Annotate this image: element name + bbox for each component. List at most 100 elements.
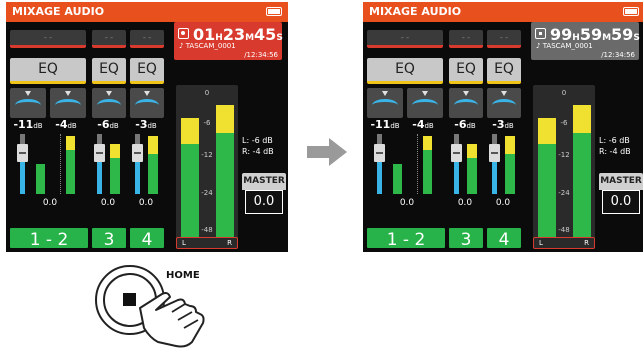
- left-fader-handle-1-2[interactable]: [17, 144, 28, 162]
- right-pan-knob-3[interactable]: [449, 88, 483, 118]
- record-icon: [178, 28, 189, 39]
- pan-arc-icon: [135, 99, 159, 112]
- right-channel-button-3[interactable]: 3: [447, 226, 485, 250]
- meter-tick: 0: [204, 89, 210, 97]
- stop-icon: [535, 28, 546, 39]
- left-record-status-panel[interactable]: 01H23M45S ♪ TASCAM_0001 /12:34:56: [174, 22, 283, 60]
- left-level-ch4: -3dB: [135, 118, 157, 131]
- meter-tick: -24: [201, 189, 213, 197]
- left-eq-button-1-2[interactable]: EQ: [10, 58, 86, 84]
- meter-tick: -48: [201, 226, 213, 234]
- meter-bar: [66, 150, 75, 194]
- meter-bar: [36, 164, 45, 194]
- left-fader-handle-4[interactable]: [132, 144, 143, 162]
- meter-bar: [423, 136, 432, 150]
- left-eq-button-4[interactable]: EQ: [130, 58, 164, 84]
- file-name: ♪ TASCAM_0001: [179, 42, 236, 50]
- meter-bar: [216, 133, 234, 237]
- home-button-icon[interactable]: [92, 262, 222, 350]
- left-eq-button-3[interactable]: EQ: [92, 58, 126, 84]
- pan-arc-icon: [97, 99, 121, 112]
- right-master-label: MASTER: [599, 173, 643, 190]
- left-pan-knob-4[interactable]: [130, 88, 164, 118]
- pan-marker-icon: [382, 91, 388, 96]
- left-level-ch2: -4dB: [55, 118, 77, 131]
- right-level-ch2: -4dB: [412, 118, 434, 131]
- battery-icon: [623, 7, 639, 16]
- meter-tick: -12: [558, 151, 570, 159]
- right-fader-handle-3[interactable]: [451, 144, 462, 162]
- right-record-status-panel[interactable]: 99H59M59S ♪ TASCAM_0001 /12:34:56: [531, 22, 640, 60]
- left-master-value[interactable]: 0.0: [245, 190, 283, 214]
- right-channel-button-1-2[interactable]: 1 - 2: [365, 226, 447, 250]
- right-slot-3[interactable]: - -: [449, 30, 483, 48]
- left-header-title: MIXAGE AUDIO: [12, 5, 105, 18]
- left-channel-button-4[interactable]: 4: [128, 226, 166, 250]
- meter-bar: [467, 144, 477, 158]
- meter-bar: [216, 105, 234, 133]
- left-slot-3[interactable]: - -: [92, 30, 126, 48]
- pan-marker-icon: [25, 91, 31, 96]
- right-eq-button-4[interactable]: EQ: [487, 58, 521, 84]
- left-slot-1-2[interactable]: - -: [10, 30, 86, 48]
- left-master-label: MASTER: [242, 173, 286, 190]
- right-fader-handle-1-2[interactable]: [374, 144, 385, 162]
- left-fader-handle-3[interactable]: [94, 144, 105, 162]
- meter-tick: -48: [558, 226, 570, 234]
- pan-marker-icon: [106, 91, 112, 96]
- right-pan-knob-1[interactable]: [367, 88, 403, 118]
- fader-track: [20, 134, 25, 144]
- right-slot-1-2[interactable]: - -: [367, 30, 443, 48]
- left-pan-knob-1[interactable]: [10, 88, 46, 118]
- right-channel-button-4[interactable]: 4: [485, 226, 523, 250]
- remaining-time: /12:34:56: [601, 51, 635, 59]
- right-level-ch1: -11dB: [370, 118, 400, 131]
- music-note-icon: ♪: [536, 42, 543, 50]
- fader-track: [454, 134, 459, 144]
- remaining-time: /12:34:56: [244, 51, 278, 59]
- fader-track: [492, 162, 497, 194]
- right-eq-button-1-2[interactable]: EQ: [367, 58, 443, 84]
- right-header-title: MIXAGE AUDIO: [369, 5, 462, 18]
- left-channel-button-3[interactable]: 3: [90, 226, 128, 250]
- meter-bar: [181, 118, 199, 144]
- left-pan-knob-2[interactable]: [50, 88, 86, 118]
- right-eq-button-3[interactable]: EQ: [449, 58, 483, 84]
- meter-bar: [66, 136, 75, 150]
- pan-arc-icon: [454, 99, 478, 112]
- battery-icon: [266, 7, 282, 16]
- meter-bar: [538, 144, 556, 237]
- meter-bar: [467, 158, 477, 194]
- right-slot-4[interactable]: - -: [487, 30, 521, 48]
- pan-marker-icon: [501, 91, 507, 96]
- left-fader-value-4: 0.0: [138, 198, 154, 208]
- pan-arc-icon: [492, 99, 516, 112]
- left-channel-button-1-2[interactable]: 1 - 2: [8, 226, 90, 250]
- pan-arc-icon: [372, 99, 398, 112]
- fader-track: [97, 134, 102, 144]
- meter-bar: [505, 136, 515, 154]
- fader-track: [135, 162, 140, 194]
- meter-bar: [148, 136, 158, 154]
- right-fader-value-3: 0.0: [457, 198, 473, 208]
- music-note-icon: ♪: [179, 42, 186, 50]
- left-fader-value-3: 0.0: [100, 198, 116, 208]
- left-header: MIXAGE AUDIO: [6, 2, 288, 22]
- left-slot-4[interactable]: - -: [130, 30, 164, 48]
- right-pan-knob-4[interactable]: [487, 88, 521, 118]
- meter-tick: -24: [558, 189, 570, 197]
- left-master-meter: 0 -6 -12 -24 -48: [176, 85, 238, 249]
- pan-marker-icon: [144, 91, 150, 96]
- right-fader-handle-4[interactable]: [489, 144, 500, 162]
- right-header: MIXAGE AUDIO: [363, 2, 643, 22]
- right-master-value[interactable]: 0.0: [602, 190, 640, 214]
- pan-arc-icon: [15, 99, 41, 112]
- fader-track: [135, 134, 140, 144]
- meter-bar: [393, 164, 402, 194]
- meter-bar: [181, 144, 199, 237]
- left-pan-knob-3[interactable]: [92, 88, 126, 118]
- right-pan-knob-2[interactable]: [407, 88, 443, 118]
- right-level-readout: L: -6 dB R: -4 dB: [599, 136, 631, 156]
- meter-tick: -12: [201, 151, 213, 159]
- right-lr-indicator: LR: [533, 237, 595, 249]
